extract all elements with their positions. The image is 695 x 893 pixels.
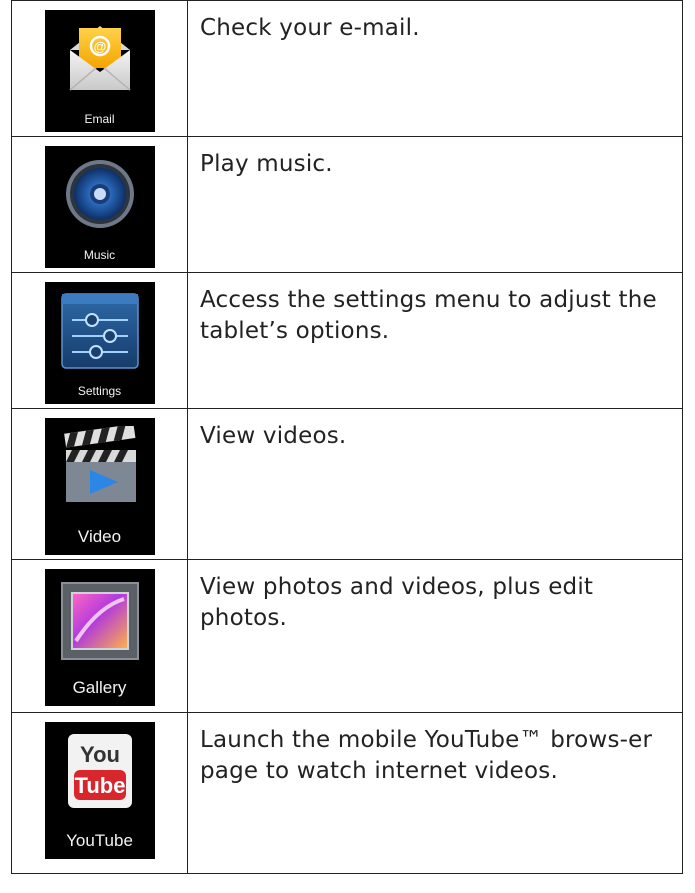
description-cell: View videos. [187,408,683,560]
description-cell: Access the settings menu to adjust the t… [187,272,683,409]
video-icon [63,426,136,502]
youtube-icon: You Tube [67,734,132,808]
music-icon [65,160,134,228]
icon-cell: @ Email [11,0,188,137]
youtube-app-tile: You Tube YouTube [44,722,155,859]
gallery-app-tile: Gallery [44,569,155,706]
video-app-tile: Video [44,418,155,555]
gallery-icon [60,582,139,660]
table-row: You Tube YouTube Launch the mobile YouTu… [11,712,683,874]
icon-cell: Video [11,408,188,560]
description-cell: Play music. [187,136,683,273]
app-table: @ Email Check your e-mail. Music Play mu… [11,0,683,874]
music-app-tile: Music [44,146,155,268]
description-cell: Launch the mobile YouTube™ brows-er page… [187,712,683,874]
settings-icon [60,293,139,369]
table-row: @ Email Check your e-mail. [11,0,683,137]
icon-label: Gallery [72,678,127,697]
svg-text:@: @ [93,39,106,54]
icon-cell: You Tube YouTube [11,712,188,874]
icon-cell: Gallery [11,559,188,713]
youtube-logo-top: You [80,742,120,767]
icon-label: Settings [77,384,122,398]
icon-cell: Settings [11,272,188,409]
icon-label: Music [83,248,116,262]
table-row: Gallery View photos and videos, plus edi… [11,559,683,713]
icon-label: Video [77,527,122,546]
youtube-logo-bottom: Tube [74,773,125,798]
table-row: Video View videos. [11,408,683,560]
table-row: Settings Access the settings menu to adj… [11,272,683,409]
email-app-tile: @ Email [44,10,155,132]
settings-app-tile: Settings [44,282,155,404]
email-icon: @ [69,26,130,91]
icon-label: YouTube [66,831,133,850]
description-cell: Check your e-mail. [187,0,683,137]
table-row: Music Play music. [11,136,683,273]
icon-cell: Music [11,136,188,273]
description-cell: View photos and videos, plus edit photos… [187,559,683,713]
icon-label: Email [84,112,115,126]
